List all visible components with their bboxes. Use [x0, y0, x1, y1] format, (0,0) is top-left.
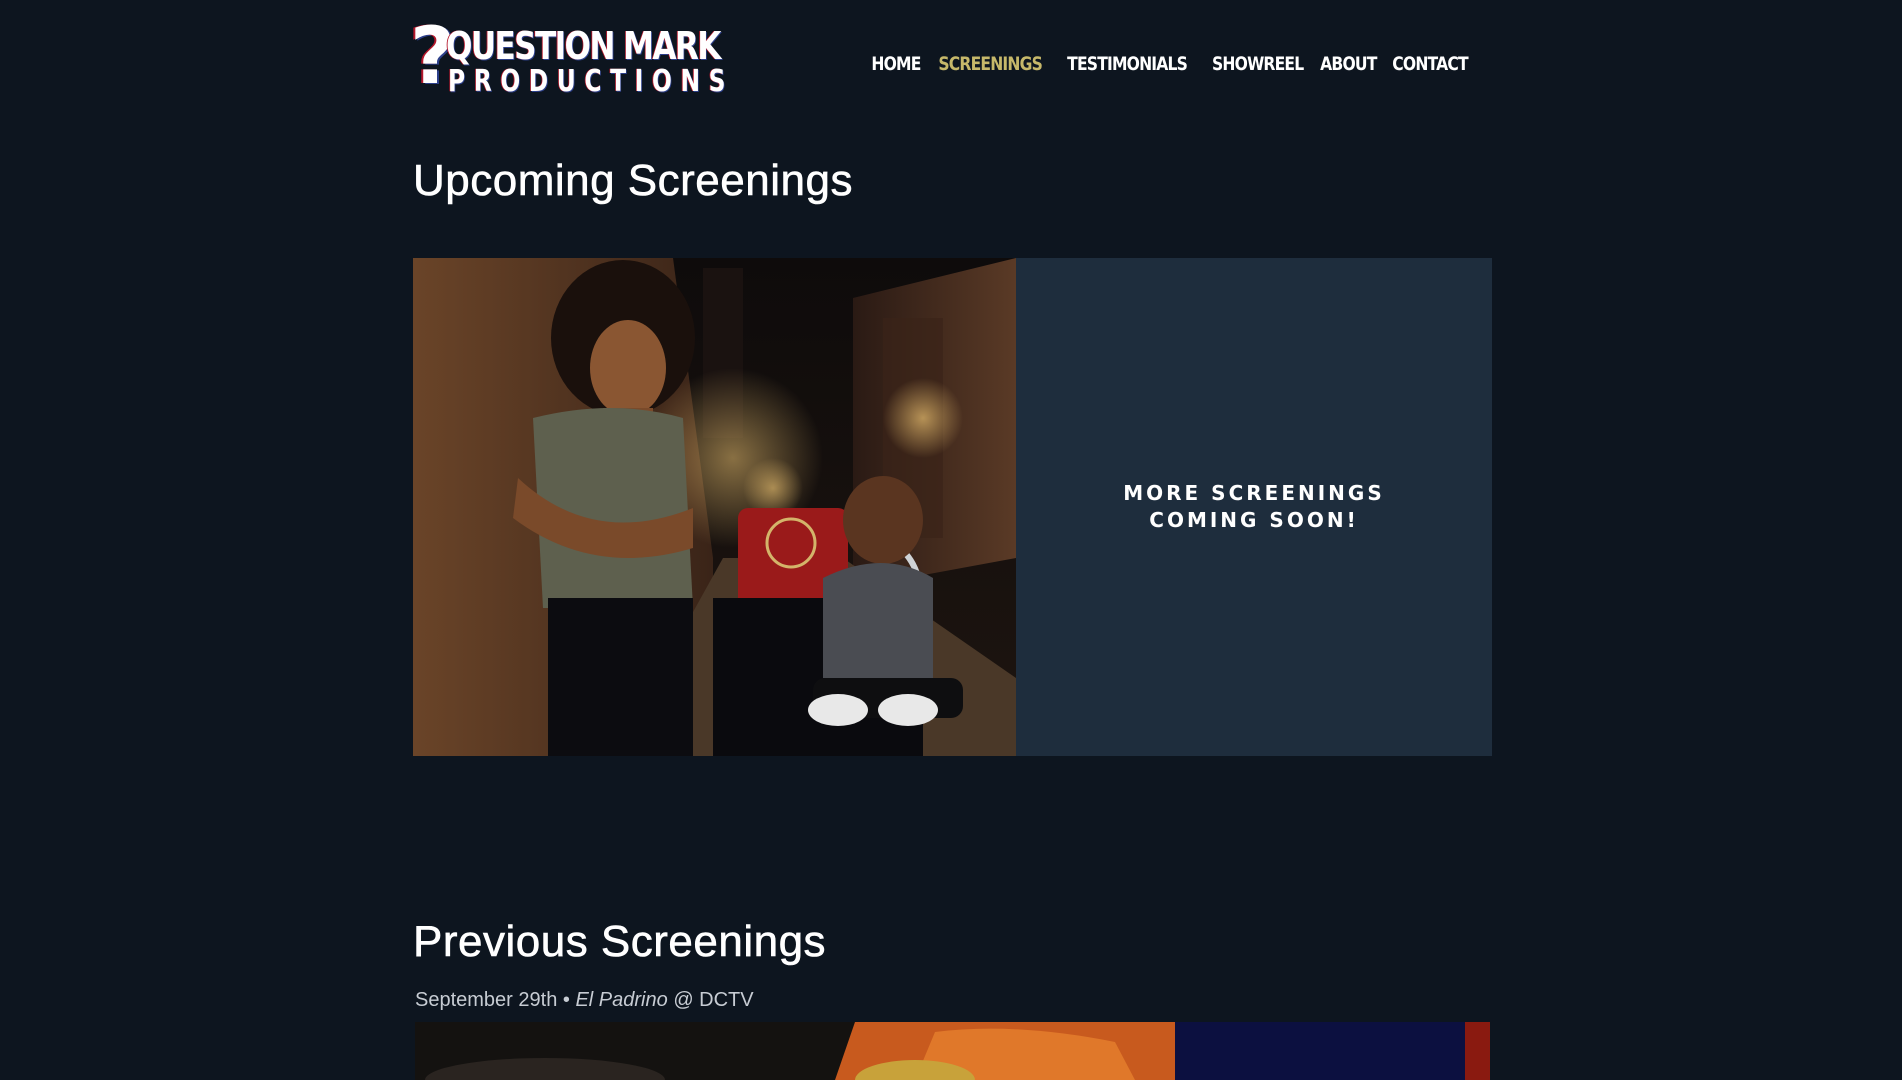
- nav-about[interactable]: ABOUT: [1320, 53, 1377, 75]
- nav-testimonials[interactable]: TESTIMONIALS: [1068, 53, 1189, 75]
- film-title: El Padrino: [575, 989, 668, 1011]
- previous-screening-image: [415, 1022, 1490, 1080]
- film-still-image: [413, 258, 1016, 756]
- previous-screenings-heading: Previous Screenings: [413, 917, 827, 967]
- upcoming-screenings-heading: Upcoming Screenings: [413, 156, 853, 206]
- coming-soon-text: MORE SCREENINGS COMING SOON!: [1123, 481, 1385, 532]
- screening-date: September 29th: [415, 989, 558, 1011]
- separator-bullet: •: [562, 989, 570, 1011]
- page: ? QUESTION MARK PRODUCTIONS HOME SCREENI…: [0, 0, 1902, 1080]
- coming-soon-panel: MORE SCREENINGS COMING SOON!: [1016, 258, 1492, 756]
- logo-line-2: PRODUCTIONS: [448, 64, 735, 99]
- logo-line-1: QUESTION MARK: [446, 24, 721, 68]
- nav-home[interactable]: HOME: [871, 53, 921, 75]
- main-nav: HOME SCREENINGS TESTIMONIALS SHOWREEL AB…: [866, 50, 1476, 78]
- site-logo[interactable]: ? QUESTION MARK PRODUCTIONS: [410, 18, 725, 102]
- nav-contact[interactable]: CONTACT: [1392, 53, 1468, 75]
- previous-screening-entry: September 29th • El Padrino @ DCTV: [415, 989, 754, 1012]
- screening-venue: @ DCTV: [673, 989, 754, 1011]
- nav-screenings[interactable]: SCREENINGS: [938, 53, 1042, 75]
- nav-showreel[interactable]: SHOWREEL: [1212, 53, 1304, 75]
- upcoming-screening-card: MORE SCREENINGS COMING SOON!: [413, 258, 1492, 756]
